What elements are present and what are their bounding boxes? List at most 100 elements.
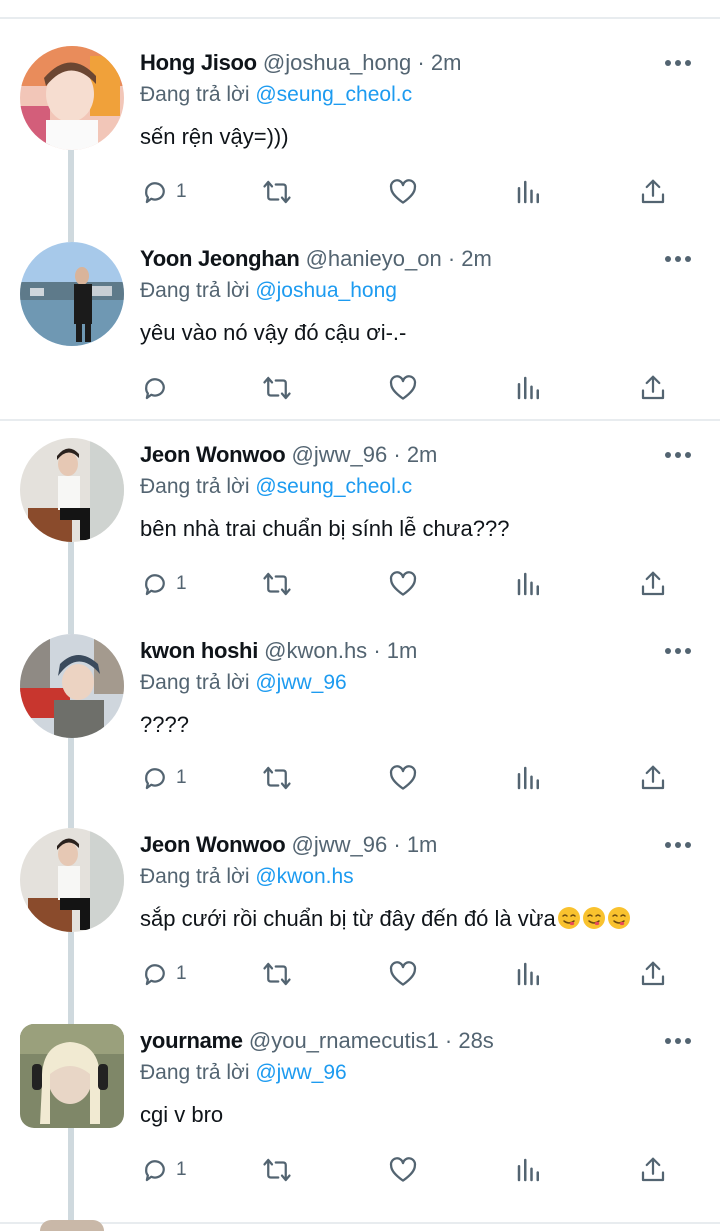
separator: · <box>373 638 381 663</box>
share-icon <box>641 571 665 596</box>
timestamp[interactable]: 1m <box>407 832 438 857</box>
mention-link[interactable]: @joshua_hong <box>255 279 397 302</box>
share-icon <box>641 961 665 986</box>
more-dots-icon[interactable] <box>664 1034 692 1048</box>
username[interactable]: @jww_96 <box>292 442 388 467</box>
replying-to-label: Đang trả lời <box>140 865 250 888</box>
tweet[interactable]: Yoon Jeonghan @hanieyo_on · 2m Đang trả … <box>0 242 720 412</box>
retweet-button[interactable] <box>262 564 292 604</box>
tweet-header: Jeon Wonwoo @jww_96 · 1m <box>140 830 437 860</box>
more-dots-icon[interactable] <box>664 448 692 462</box>
views-chart-icon <box>517 962 539 986</box>
retweet-button[interactable] <box>262 1150 292 1190</box>
avatar[interactable] <box>20 634 124 738</box>
username[interactable]: @hanieyo_on <box>306 246 442 271</box>
more-dots-icon[interactable] <box>664 56 692 70</box>
reply-button[interactable]: 1 <box>140 564 187 604</box>
separator: · <box>393 442 401 467</box>
retweet-button[interactable] <box>262 954 292 994</box>
tweet[interactable]: kwon hoshi @kwon.hs · 1m Đang trả lời @j… <box>0 634 720 804</box>
timestamp[interactable]: 2m <box>461 246 492 271</box>
tweet[interactable]: yourname @you_rnamecutis1 · 28s Đang trả… <box>0 1024 720 1194</box>
like-button[interactable] <box>388 758 418 798</box>
tweet[interactable]: Hong Jisoo @joshua_hong · 2m Đang trả lờ… <box>0 46 720 216</box>
share-button[interactable] <box>638 758 668 798</box>
more-dots-icon[interactable] <box>664 644 692 658</box>
retweet-button[interactable] <box>262 758 292 798</box>
username[interactable]: @jww_96 <box>292 832 388 857</box>
tweet-header: Hong Jisoo @joshua_hong · 2m <box>140 48 461 78</box>
separator: · <box>393 832 401 857</box>
avatar[interactable] <box>20 1024 124 1128</box>
action-bar: 1 <box>140 758 680 798</box>
reply-button[interactable]: 1 <box>140 172 187 212</box>
more-dots-icon[interactable] <box>664 838 692 852</box>
username[interactable]: @kwon.hs <box>264 638 367 663</box>
like-button[interactable] <box>388 1150 418 1190</box>
like-button[interactable] <box>388 172 418 212</box>
display-name[interactable]: Jeon Wonwoo <box>140 832 286 857</box>
avatar[interactable] <box>20 242 124 346</box>
tweet[interactable]: Jeon Wonwoo @jww_96 · 2m Đang trả lời @s… <box>0 438 720 608</box>
reply-button[interactable]: 1 <box>140 954 187 994</box>
views-button[interactable] <box>514 172 544 212</box>
replying-to-label: Đang trả lời <box>140 671 250 694</box>
display-name[interactable]: Yoon Jeonghan <box>140 246 300 271</box>
avatar[interactable] <box>20 438 124 542</box>
avatar[interactable] <box>40 1220 104 1231</box>
action-bar: 1 <box>140 564 680 604</box>
mention-link[interactable]: @seung_cheol.c <box>255 83 412 106</box>
timestamp[interactable]: 28s <box>458 1028 493 1053</box>
avatar[interactable] <box>20 828 124 932</box>
username[interactable]: @you_rnamecutis1 <box>249 1028 439 1053</box>
retweet-button[interactable] <box>262 172 292 212</box>
separator: · <box>444 1028 453 1053</box>
tweet[interactable]: Jeon Wonwoo @jww_96 · 1m Đang trả lời @k… <box>0 828 720 998</box>
mention-link[interactable]: @jww_96 <box>255 671 346 694</box>
display-name[interactable]: kwon hoshi <box>140 638 258 663</box>
replying-to: Đang trả lời @joshua_hong <box>140 276 397 306</box>
share-button[interactable] <box>638 564 668 604</box>
reply-button[interactable]: 1 <box>140 1150 187 1190</box>
separator: · <box>417 50 425 75</box>
views-button[interactable] <box>514 564 544 604</box>
heart-icon <box>389 179 417 204</box>
share-button[interactable] <box>638 368 668 408</box>
mention-link[interactable]: @seung_cheol.c <box>255 475 412 498</box>
replying-to-label: Đang trả lời <box>140 83 250 106</box>
views-button[interactable] <box>514 368 544 408</box>
timestamp[interactable]: 2m <box>407 442 438 467</box>
share-button[interactable] <box>638 1150 668 1190</box>
reply-count: 1 <box>176 1159 187 1180</box>
share-button[interactable] <box>638 954 668 994</box>
display-name[interactable]: Hong Jisoo <box>140 50 257 75</box>
tweet-header: Yoon Jeonghan @hanieyo_on · 2m <box>140 244 492 274</box>
views-button[interactable] <box>514 1150 544 1190</box>
mention-link[interactable]: @kwon.hs <box>255 865 353 888</box>
like-button[interactable] <box>388 564 418 604</box>
avatar[interactable] <box>20 46 124 150</box>
mention-link[interactable]: @jww_96 <box>255 1061 346 1084</box>
views-button[interactable] <box>514 758 544 798</box>
replying-to: Đang trả lời @kwon.hs <box>140 862 354 892</box>
views-chart-icon <box>517 572 539 596</box>
display-name[interactable]: yourname <box>140 1028 243 1053</box>
reply-button[interactable] <box>140 368 176 408</box>
retweet-button[interactable] <box>262 368 292 408</box>
retweet-icon <box>263 1158 291 1182</box>
display-name[interactable]: Jeon Wonwoo <box>140 442 286 467</box>
views-button[interactable] <box>514 954 544 994</box>
share-button[interactable] <box>638 172 668 212</box>
timestamp[interactable]: 2m <box>431 50 462 75</box>
more-dots-icon[interactable] <box>664 252 692 266</box>
tweet-text: sến rện vậy=))) <box>140 124 289 149</box>
action-bar: 1 <box>140 954 680 994</box>
like-button[interactable] <box>388 954 418 994</box>
timestamp[interactable]: 1m <box>387 638 418 663</box>
username[interactable]: @joshua_hong <box>263 50 411 75</box>
reply-button[interactable]: 1 <box>140 758 187 798</box>
reply-count: 1 <box>176 181 187 202</box>
reply-icon <box>145 768 165 790</box>
like-button[interactable] <box>388 368 418 408</box>
tweet-text: ???? <box>140 712 189 737</box>
